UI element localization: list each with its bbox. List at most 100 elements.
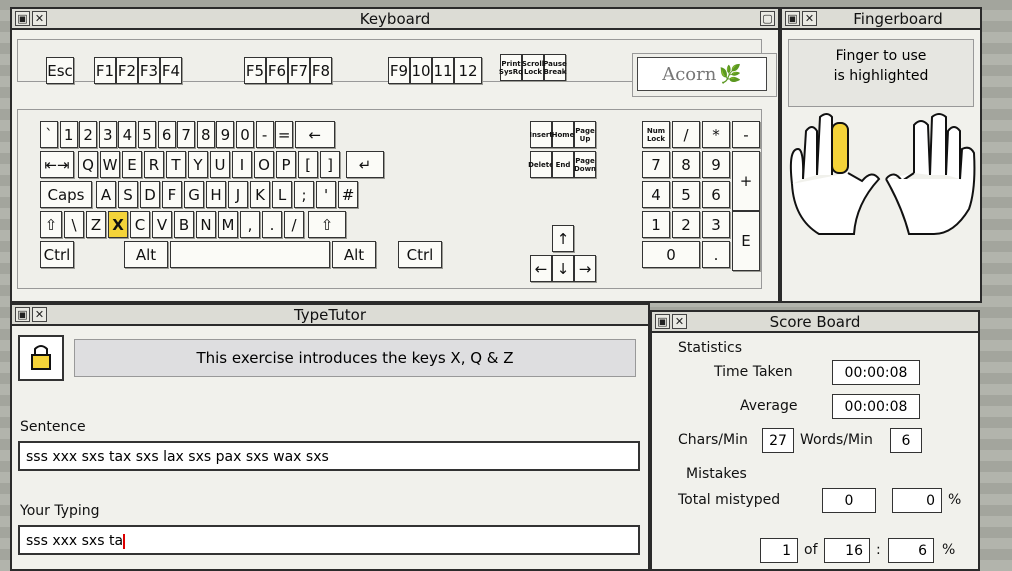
key-6-r2[interactable]: U	[210, 151, 230, 178]
key-9-r3[interactable]: ;	[294, 181, 314, 208]
key-nav-5[interactable]: Page Down	[574, 151, 596, 178]
key-tab[interactable]: ⇤⇥	[40, 151, 74, 178]
key-8-r4[interactable]: ,	[240, 211, 260, 238]
key-row1-3[interactable]: 3	[98, 121, 117, 148]
key-nav-1[interactable]: Home	[552, 121, 574, 148]
key-sys-0[interactable]: Print SysRq	[499, 54, 523, 81]
keyboard-title-bar[interactable]: ▣ ✕ Keyboard ▢	[12, 9, 778, 30]
close-icon[interactable]: ✕	[32, 11, 47, 26]
key-11-r3[interactable]: #	[338, 181, 358, 208]
key-0-r3[interactable]: A	[96, 181, 116, 208]
key-4-r2[interactable]: T	[166, 151, 186, 178]
key-num-divide[interactable]: /	[672, 121, 700, 148]
key-5-r2[interactable]: Y	[188, 151, 208, 178]
key-row1-9[interactable]: 9	[216, 121, 235, 148]
key-3-r4[interactable]: C	[130, 211, 150, 238]
key-num-minus[interactable]: -	[732, 121, 760, 148]
key-space[interactable]	[170, 241, 330, 268]
key-5-r4[interactable]: B	[174, 211, 194, 238]
key-num-1[interactable]: 1	[642, 211, 670, 238]
key-num-3[interactable]: 3	[702, 211, 730, 238]
key-num-8[interactable]: 8	[672, 151, 700, 178]
key-f7[interactable]: F7	[288, 57, 310, 84]
scoreboard-title-bar[interactable]: ▣ ✕ Score Board	[652, 312, 978, 333]
close-icon[interactable]: ✕	[802, 11, 817, 26]
key-num-multiply[interactable]: *	[702, 121, 730, 148]
key-caps[interactable]: Caps	[40, 181, 92, 208]
key-enter[interactable]: ↵	[346, 151, 384, 178]
key-nav-0[interactable]: Insert	[529, 121, 553, 148]
key-sys-1[interactable]: Scroll Lock	[522, 54, 544, 81]
key-7-r4[interactable]: M	[218, 211, 238, 238]
key-6-r3[interactable]: J	[228, 181, 248, 208]
toggle-size-icon[interactable]: ▢	[760, 11, 775, 26]
key-2-r4[interactable]: X	[108, 211, 128, 238]
key-row1-2[interactable]: 2	[79, 121, 98, 148]
key-row1-8[interactable]: 8	[196, 121, 215, 148]
key-0-r2[interactable]: Q	[78, 151, 98, 178]
back-icon[interactable]: ▣	[15, 307, 30, 322]
key-f10[interactable]: 10	[410, 57, 432, 84]
key-nav-4[interactable]: End	[552, 151, 574, 178]
key-right-shift[interactable]: ⇧	[308, 211, 346, 238]
key-row1-13[interactable]: ←	[294, 121, 335, 148]
fingerboard-title-bar[interactable]: ▣ ✕ Fingerboard	[782, 9, 980, 30]
typetutor-title-bar[interactable]: ▣ ✕ TypeTutor	[12, 305, 648, 326]
key-nav-3[interactable]: Delete	[528, 151, 554, 178]
key-arrow-up[interactable]: ↑	[552, 225, 574, 252]
close-icon[interactable]: ✕	[672, 314, 687, 329]
key-arrow-down[interactable]: ↓	[552, 255, 574, 282]
key-row1-0[interactable]: `	[40, 121, 58, 148]
key-sys-2[interactable]: Pause Break	[543, 54, 567, 81]
key-row1-1[interactable]: 1	[59, 121, 78, 148]
key-5-r3[interactable]: H	[206, 181, 226, 208]
key-num-2[interactable]: 2	[672, 211, 700, 238]
key-f1[interactable]: F1	[94, 57, 116, 84]
key-11-r2[interactable]: ]	[320, 151, 340, 178]
key-1-r3[interactable]: S	[118, 181, 138, 208]
key-f2[interactable]: F2	[116, 57, 138, 84]
key-left-shift[interactable]: ⇧	[40, 211, 62, 238]
key-num-6[interactable]: 6	[702, 181, 730, 208]
key-f6[interactable]: F6	[266, 57, 288, 84]
key-f9[interactable]: F9	[388, 57, 410, 84]
key-4-r4[interactable]: V	[152, 211, 172, 238]
key-10-r2[interactable]: [	[298, 151, 318, 178]
key-num-5[interactable]: 5	[672, 181, 700, 208]
key-10-r4[interactable]: /	[284, 211, 304, 238]
key-row1-7[interactable]: 7	[177, 121, 196, 148]
key-arrow-left[interactable]: ←	[530, 255, 552, 282]
key-num-dot[interactable]: .	[702, 241, 730, 268]
key-f5[interactable]: F5	[244, 57, 266, 84]
key-3-r3[interactable]: F	[162, 181, 182, 208]
key-num-7[interactable]: 7	[642, 151, 670, 178]
key-nav-2[interactable]: Page Up	[574, 121, 596, 148]
key-row1-12[interactable]: =	[275, 121, 294, 148]
key-f4[interactable]: F4	[160, 57, 182, 84]
key-1-r4[interactable]: Z	[86, 211, 106, 238]
key-10-r3[interactable]: '	[316, 181, 336, 208]
key-right-alt[interactable]: Alt	[332, 241, 376, 268]
key-7-r2[interactable]: I	[232, 151, 252, 178]
key-6-r4[interactable]: N	[196, 211, 216, 238]
key-4-r3[interactable]: G	[184, 181, 204, 208]
key-right-ctrl[interactable]: Ctrl	[398, 241, 442, 268]
key-2-r2[interactable]: E	[122, 151, 142, 178]
key-3-r2[interactable]: R	[144, 151, 164, 178]
key-num-enter[interactable]: E	[732, 211, 760, 271]
key-num-4[interactable]: 4	[642, 181, 670, 208]
key-9-r4[interactable]: .	[262, 211, 282, 238]
close-icon[interactable]: ✕	[32, 307, 47, 322]
key-row1-10[interactable]: 0	[236, 121, 254, 148]
key-left-alt[interactable]: Alt	[124, 241, 168, 268]
key-row1-4[interactable]: 4	[118, 121, 137, 148]
key-1-r2[interactable]: W	[100, 151, 120, 178]
key-num-9[interactable]: 9	[702, 151, 730, 178]
key-8-r3[interactable]: L	[272, 181, 292, 208]
key-row1-6[interactable]: 6	[157, 121, 176, 148]
back-icon[interactable]: ▣	[15, 11, 30, 26]
key-esc[interactable]: Esc	[46, 57, 74, 84]
key-left-ctrl[interactable]: Ctrl	[40, 241, 74, 268]
back-icon[interactable]: ▣	[785, 11, 800, 26]
key-8-r2[interactable]: O	[254, 151, 274, 178]
